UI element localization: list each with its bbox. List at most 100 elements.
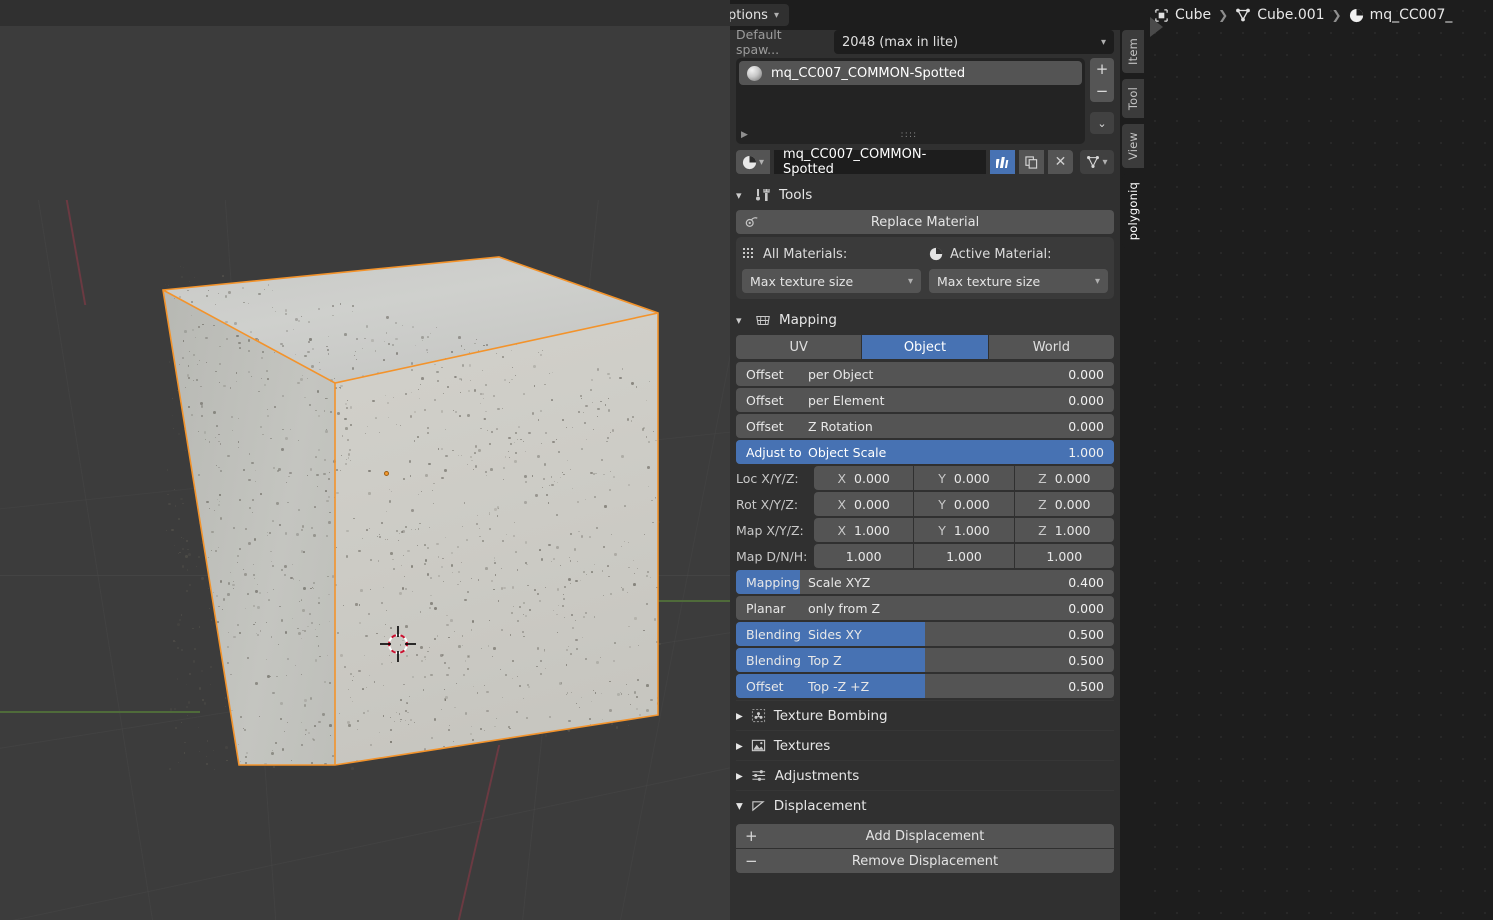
- mapping-sliders-top: Offsetper Object0.000Offsetper Element0.…: [736, 362, 1114, 464]
- mapping-slider-row[interactable]: BlendingSides XY0.500: [736, 622, 1114, 646]
- slider-value: 0.000: [1068, 367, 1104, 382]
- texture-size-box: All Materials: Max texture size ▾: [736, 237, 1114, 299]
- slider-value: 1.000: [1068, 445, 1104, 460]
- axis-label: Y: [938, 523, 946, 538]
- section-adjustments[interactable]: ▸Adjustments: [736, 760, 1114, 790]
- unlink-material-button[interactable]: ✕: [1048, 150, 1073, 174]
- breadcrumb-item-cube-001[interactable]: Cube.001: [1235, 7, 1324, 23]
- section-textures[interactable]: ▸Textures: [736, 730, 1114, 760]
- vector-field[interactable]: 1.000: [814, 544, 913, 568]
- material-slot-item[interactable]: mq_CC007_COMMON-Spotted: [739, 61, 1082, 85]
- sidebar-tab-view[interactable]: View: [1122, 124, 1144, 168]
- mapping-slider-row[interactable]: BlendingTop Z0.500: [736, 648, 1114, 672]
- mapping-space-tab-world[interactable]: World: [989, 335, 1114, 359]
- vector-field[interactable]: X0.000: [814, 466, 913, 490]
- sidebar-tab-item[interactable]: Item: [1122, 30, 1144, 73]
- all-materials-head: All Materials:: [742, 243, 921, 265]
- sidebar-tab-polygoniq[interactable]: polygoniq: [1122, 174, 1144, 248]
- breadcrumb-item-mq-cc007-[interactable]: mq_CC007_: [1349, 7, 1453, 23]
- remove-material-slot-button[interactable]: −: [1090, 80, 1114, 102]
- mapping-slider-row[interactable]: OffsetTop -Z +Z0.500: [736, 674, 1114, 698]
- mapping-slider-row[interactable]: Offsetper Element0.000: [736, 388, 1114, 412]
- material-slot-specials-button[interactable]: ⌄: [1090, 112, 1114, 134]
- material-slot-list[interactable]: mq_CC007_COMMON-Spotted ▶ ::::: [736, 58, 1085, 144]
- remove-displacement-button[interactable]: − Remove Displacement: [736, 849, 1114, 873]
- mapping-slider-row[interactable]: Offsetper Object0.000: [736, 362, 1114, 386]
- sidebar-tab-tool[interactable]: Tool: [1122, 79, 1144, 118]
- material-filter-button[interactable]: ▾: [1080, 150, 1114, 174]
- shader-node-editor[interactable]: Cube❯Cube.001❯mq_CC007_ ▾ mq_Mapping Map…: [1144, 0, 1493, 920]
- vector-value: 1.000: [854, 523, 890, 538]
- replace-material-icon: [745, 215, 762, 229]
- material-name-field[interactable]: mq_CC007_COMMON-Spotted: [774, 150, 986, 174]
- viewport-3d[interactable]: [0, 0, 730, 920]
- vector-field[interactable]: Z1.000: [1015, 518, 1114, 542]
- chevron-right-icon: ▸: [736, 708, 743, 724]
- chevron-down-icon: ⌄: [1097, 117, 1106, 130]
- chevron-down-icon: ▾: [759, 157, 764, 168]
- all-materials-texture-size-value: Max texture size: [750, 274, 853, 289]
- mapping-slider-row[interactable]: MappingScale XYZ0.400: [736, 570, 1114, 594]
- vector-field[interactable]: 1.000: [914, 544, 1013, 568]
- chevron-down-icon: ▾: [774, 10, 779, 21]
- slider-value: 0.000: [1068, 601, 1104, 616]
- options-button[interactable]: Options ▾: [730, 4, 789, 26]
- vector-field[interactable]: Y0.000: [914, 466, 1013, 490]
- vector-field[interactable]: 1.000: [1015, 544, 1114, 568]
- sidebar-tab-label: Item: [1126, 30, 1140, 73]
- sidebar-tab-strip: Item Tool View polygoniq: [1122, 30, 1144, 254]
- mapping-slider-row[interactable]: OffsetZ Rotation0.000: [736, 414, 1114, 438]
- mapping-space-tabs: UVObjectWorld: [736, 335, 1114, 359]
- active-material-texture-size-dropdown[interactable]: Max texture size ▾: [929, 269, 1108, 293]
- slider-label-2: Z Rotation: [808, 419, 1068, 434]
- add-displacement-button[interactable]: + Add Displacement: [736, 824, 1114, 848]
- vector-field[interactable]: X0.000: [814, 492, 913, 516]
- replace-material-button[interactable]: Replace Material: [736, 210, 1114, 234]
- fake-user-button[interactable]: [990, 150, 1015, 174]
- chevron-down-icon: ▾: [1095, 276, 1100, 287]
- mapping-vector-rows: Loc X/Y/Z:X0.000Y0.000Z0.000Rot X/Y/Z:X0…: [736, 466, 1114, 568]
- vector-field[interactable]: X1.000: [814, 518, 913, 542]
- vector-field[interactable]: Z0.000: [1015, 466, 1114, 490]
- mapping-sliders-bottom: MappingScale XYZ0.400Planaronly from Z0.…: [736, 570, 1114, 698]
- mapping-slider-row[interactable]: Adjust toObject Scale1.000: [736, 440, 1114, 464]
- section-displacement[interactable]: ▾ Displacement: [736, 790, 1114, 820]
- mesh-data-icon: [1235, 7, 1251, 23]
- mapping-space-tab-object[interactable]: Object: [862, 335, 987, 359]
- active-material-label: Active Material:: [950, 247, 1052, 262]
- all-materials-texture-size-dropdown[interactable]: Max texture size ▾: [742, 269, 921, 293]
- all-materials-column: All Materials: Max texture size ▾: [742, 243, 921, 293]
- add-material-slot-button[interactable]: +: [1090, 58, 1114, 80]
- material-datablock-row: ▾ mq_CC007_COMMON-Spotted ✕: [736, 150, 1114, 174]
- vector-field[interactable]: Y0.000: [914, 492, 1013, 516]
- mapping-panel-header[interactable]: ▾ Mapping: [736, 305, 1114, 335]
- material-sphere-icon: [747, 66, 762, 81]
- resize-grip-icon[interactable]: ::::: [900, 130, 917, 140]
- vector-value: 1.000: [954, 523, 990, 538]
- vector-field[interactable]: Y 1.000: [914, 518, 1013, 542]
- slider-label-1: Adjust to: [746, 445, 808, 460]
- minus-icon: −: [1096, 82, 1109, 100]
- section-label: Adjustments: [775, 768, 860, 784]
- node-editor-grid: [1144, 0, 1493, 920]
- chevron-down-icon: ▾: [736, 798, 743, 814]
- mapping-slider-row[interactable]: Planaronly from Z0.000: [736, 596, 1114, 620]
- material-icon: [929, 247, 943, 261]
- browse-material-button[interactable]: ▾: [736, 150, 770, 174]
- mapping-space-tab-uv[interactable]: UV: [736, 335, 861, 359]
- breadcrumb-item-cube[interactable]: Cube: [1154, 7, 1211, 23]
- expand-list-arrow-icon[interactable]: ▶: [741, 130, 748, 140]
- new-material-copy-button[interactable]: [1019, 150, 1044, 174]
- cube-object[interactable]: [155, 255, 660, 800]
- breadcrumb-separator-icon: ❯: [1332, 8, 1342, 22]
- section-label: Displacement: [774, 798, 867, 814]
- object-origin-dot: [384, 471, 389, 476]
- slider-value: 0.000: [1068, 419, 1104, 434]
- mesh-data-icon: [1086, 155, 1100, 169]
- vector-field[interactable]: Z0.000: [1015, 492, 1114, 516]
- vector-row-label: Loc X/Y/Z:: [736, 471, 814, 486]
- breadcrumb-label: Cube: [1175, 7, 1211, 23]
- tools-panel-header[interactable]: ▾ Tools: [736, 180, 1114, 210]
- section-texture-bombing[interactable]: ▸Texture Bombing: [736, 700, 1114, 730]
- default-spawn-dropdown[interactable]: 2048 (max in lite) ▾: [834, 30, 1114, 54]
